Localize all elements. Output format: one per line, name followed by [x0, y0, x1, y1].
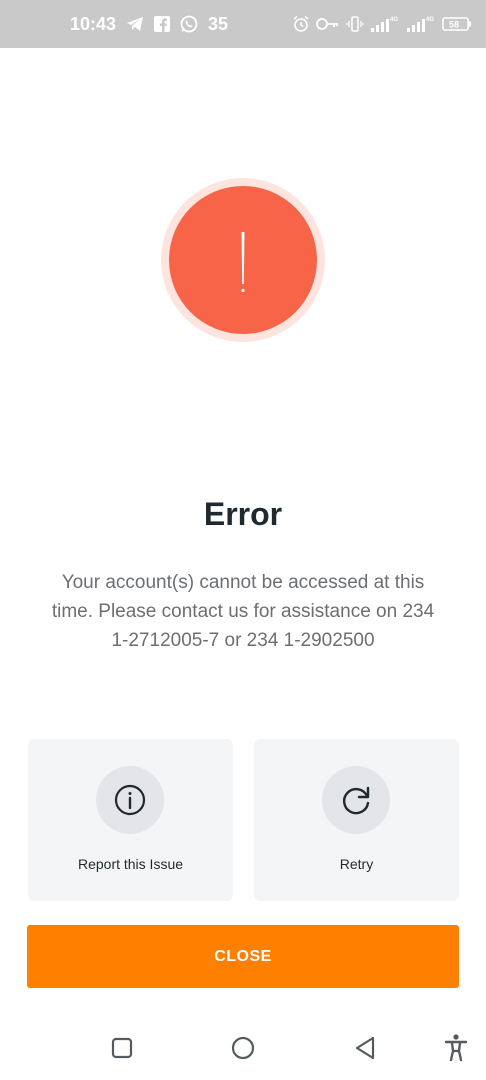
home-button[interactable]	[223, 1030, 263, 1066]
vibrate-icon	[346, 15, 364, 33]
error-icon-halo	[161, 178, 325, 342]
status-left: 10:43 35	[70, 14, 228, 35]
exclamation-icon	[169, 186, 317, 334]
error-message: Your account(s) cannot be accessed at th…	[51, 572, 435, 651]
key-icon	[316, 17, 340, 31]
close-button[interactable]: CLOSE	[27, 925, 459, 988]
report-issue-label: Report this Issue	[77, 856, 184, 872]
back-button[interactable]	[346, 1030, 386, 1066]
signal-4g-icon: 4G	[370, 15, 400, 33]
status-bar: 10:43 35 4G 4G 58	[0, 0, 486, 48]
accessibility-button[interactable]	[436, 1030, 476, 1066]
status-time: 10:43	[70, 13, 117, 34]
triangle-back-icon	[346, 1030, 386, 1066]
refresh-icon	[322, 766, 390, 834]
square-icon	[102, 1030, 142, 1066]
report-issue-button[interactable]: Report this Issue	[28, 739, 233, 901]
battery-icon: 58	[442, 16, 472, 32]
accessibility-icon	[436, 1030, 476, 1066]
status-right: 4G 4G 58	[292, 15, 472, 33]
facebook-icon	[154, 16, 171, 32]
circle-icon	[223, 1030, 263, 1066]
retry-button[interactable]: Retry	[254, 739, 459, 901]
signal-4g-icon-2: 4G	[406, 15, 436, 33]
svg-text:4G: 4G	[390, 17, 398, 23]
notification-count: 35	[208, 13, 229, 34]
telegram-icon	[126, 16, 144, 32]
alarm-icon	[292, 15, 310, 33]
info-icon	[96, 766, 164, 834]
whatsapp-icon	[180, 15, 198, 33]
recents-button[interactable]	[102, 1030, 142, 1066]
retry-label: Retry	[339, 856, 374, 872]
svg-text:4G: 4G	[426, 17, 434, 23]
battery-level: 58	[449, 20, 459, 30]
navigation-bar	[0, 1020, 486, 1080]
error-title: Error	[203, 496, 283, 532]
